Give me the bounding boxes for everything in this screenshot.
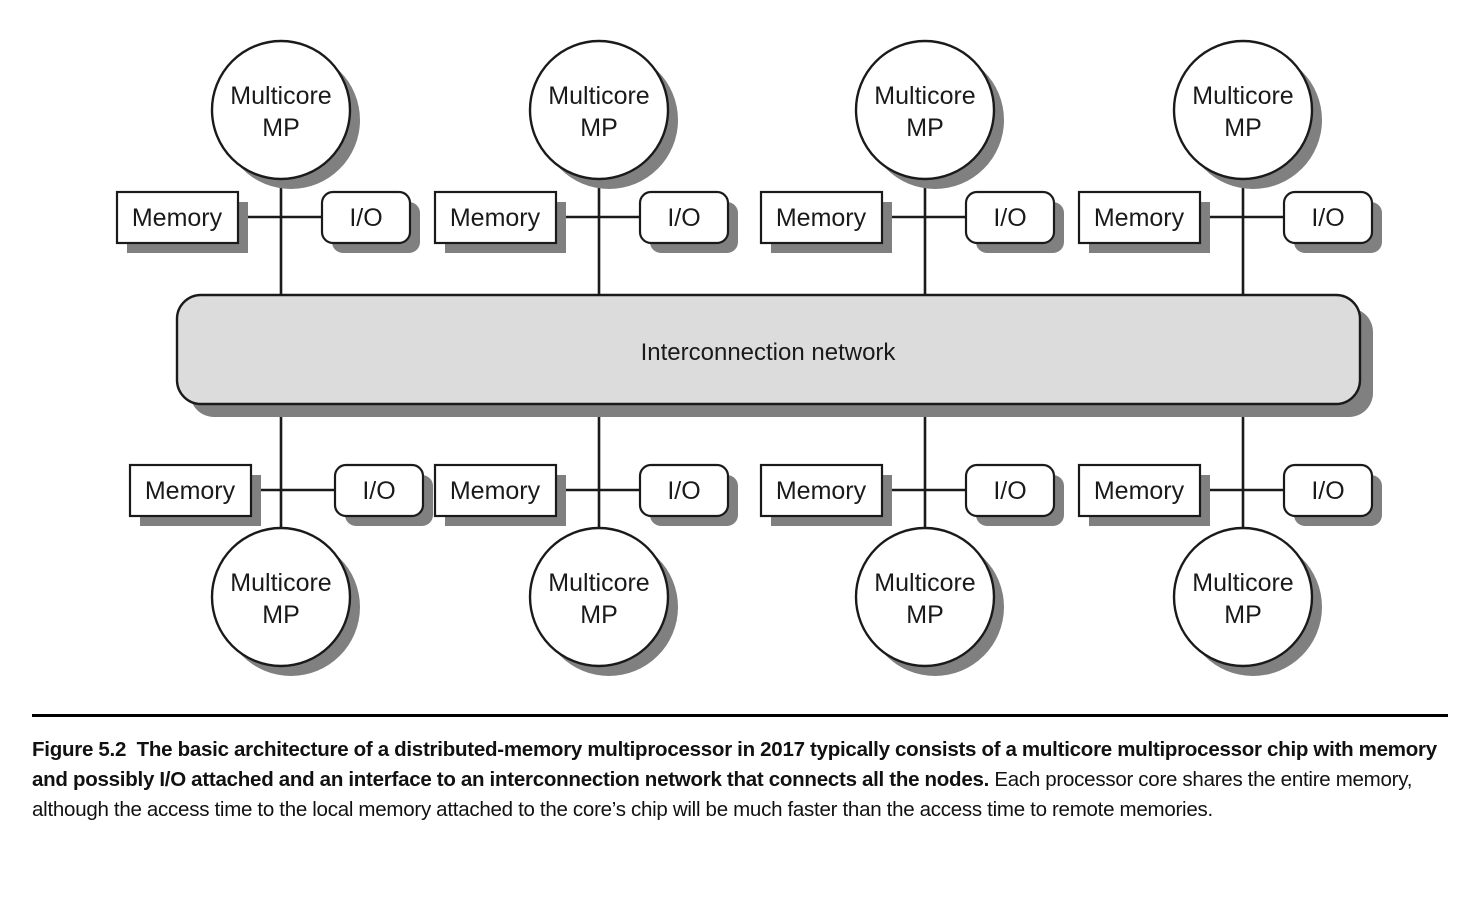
processor-label-line1: Multicore bbox=[230, 569, 331, 597]
memory-label: Memory bbox=[450, 204, 541, 232]
caption-divider bbox=[32, 714, 1448, 717]
memory-box[interactable]: Memory bbox=[759, 190, 892, 253]
processor-label-line1: Multicore bbox=[874, 569, 975, 597]
memory-label: Memory bbox=[1094, 477, 1185, 505]
memory-box[interactable]: Memory bbox=[1077, 463, 1210, 526]
processor-label-line2: MP bbox=[580, 601, 618, 629]
bottom-processor-row: Multicore MP Multicore MP Multicore MP M… bbox=[210, 526, 1322, 676]
processor-label-line1: Multicore bbox=[874, 82, 975, 110]
io-box[interactable]: I/O bbox=[333, 463, 433, 526]
io-box[interactable]: I/O bbox=[638, 190, 738, 253]
processor-label-line2: MP bbox=[262, 114, 300, 142]
io-box[interactable]: I/O bbox=[964, 463, 1064, 526]
io-label: I/O bbox=[349, 204, 382, 232]
io-label: I/O bbox=[667, 204, 700, 232]
memory-label: Memory bbox=[450, 477, 541, 505]
processor-label-line1: Multicore bbox=[548, 569, 649, 597]
io-box[interactable]: I/O bbox=[1282, 190, 1382, 253]
io-box[interactable]: I/O bbox=[320, 190, 420, 253]
processor-label-line2: MP bbox=[262, 601, 300, 629]
io-label: I/O bbox=[1311, 477, 1344, 505]
figure-number: Figure 5.2 bbox=[32, 738, 127, 761]
interconnection-network-label: Interconnection network bbox=[641, 339, 897, 366]
processor-label-line2: MP bbox=[1224, 601, 1262, 629]
memory-box[interactable]: Memory bbox=[433, 463, 566, 526]
processor-node[interactable]: Multicore MP bbox=[1172, 39, 1322, 189]
memory-label: Memory bbox=[132, 204, 223, 232]
processor-label-line1: Multicore bbox=[1192, 82, 1293, 110]
processor-node[interactable]: Multicore MP bbox=[210, 39, 360, 189]
processor-node[interactable]: Multicore MP bbox=[854, 39, 1004, 189]
processor-label-line2: MP bbox=[906, 601, 944, 629]
diagram-canvas: .nshadow { fill: #808080; } .nbox { fill… bbox=[0, 0, 1481, 700]
processor-node[interactable]: Multicore MP bbox=[528, 526, 678, 676]
memory-label: Memory bbox=[776, 204, 867, 232]
io-box[interactable]: I/O bbox=[1282, 463, 1382, 526]
processor-label-line2: MP bbox=[906, 114, 944, 142]
memory-box[interactable]: Memory bbox=[115, 190, 248, 253]
memory-label: Memory bbox=[1094, 204, 1185, 232]
processor-label-line1: Multicore bbox=[230, 82, 331, 110]
processor-label-line2: MP bbox=[580, 114, 618, 142]
processor-node[interactable]: Multicore MP bbox=[528, 39, 678, 189]
io-label: I/O bbox=[1311, 204, 1344, 232]
memory-box[interactable]: Memory bbox=[1077, 190, 1210, 253]
figure-page: .nshadow { fill: #808080; } .nbox { fill… bbox=[0, 0, 1481, 903]
memory-box[interactable]: Memory bbox=[128, 463, 261, 526]
io-label: I/O bbox=[993, 477, 1026, 505]
processor-label-line1: Multicore bbox=[548, 82, 649, 110]
processor-label-line2: MP bbox=[1224, 114, 1262, 142]
io-box[interactable]: I/O bbox=[964, 190, 1064, 253]
figure-caption-block: Figure 5.2 The basic architecture of a d… bbox=[32, 714, 1448, 825]
memory-label: Memory bbox=[145, 477, 236, 505]
processor-node[interactable]: Multicore MP bbox=[854, 526, 1004, 676]
processor-node[interactable]: Multicore MP bbox=[1172, 526, 1322, 676]
figure-caption: Figure 5.2 The basic architecture of a d… bbox=[32, 735, 1448, 825]
interconnection-network[interactable]: Interconnection network bbox=[175, 293, 1373, 417]
processor-label-line1: Multicore bbox=[1192, 569, 1293, 597]
processor-node[interactable]: Multicore MP bbox=[210, 526, 360, 676]
io-box[interactable]: I/O bbox=[638, 463, 738, 526]
io-label: I/O bbox=[993, 204, 1026, 232]
io-label: I/O bbox=[362, 477, 395, 505]
top-processor-row: Multicore MP Multicore MP Multicore MP M… bbox=[210, 39, 1322, 189]
memory-label: Memory bbox=[776, 477, 867, 505]
io-label: I/O bbox=[667, 477, 700, 505]
memory-box[interactable]: Memory bbox=[433, 190, 566, 253]
memory-box[interactable]: Memory bbox=[759, 463, 892, 526]
